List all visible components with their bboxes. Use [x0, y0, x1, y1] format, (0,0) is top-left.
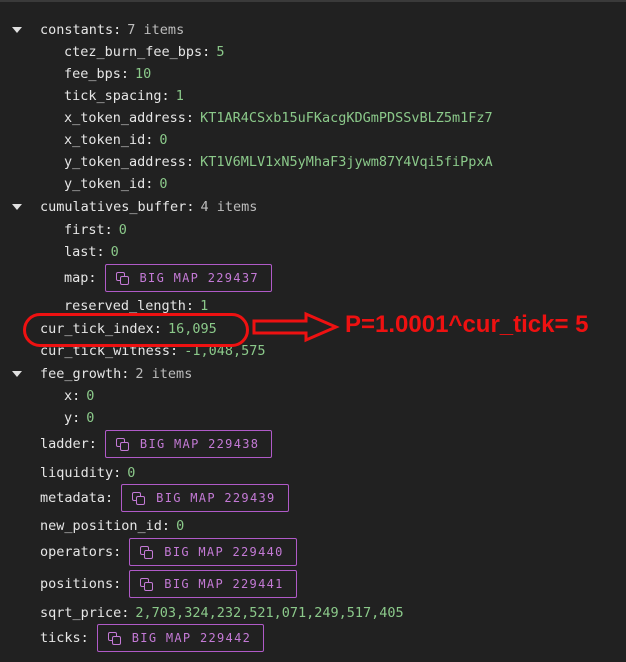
annotation-arrow-icon	[252, 311, 340, 343]
copy-icon	[132, 492, 146, 505]
tree-leaf: sqrt_price: 2,703,324,232,521,071,249,51…	[40, 605, 404, 621]
tree-leaf: x_token_address: KT1AR4CSxb15uFKacgKDGmP…	[0, 107, 493, 129]
leaf-value: 0	[159, 132, 168, 148]
annotation-formula: P=1.0001^cur_tick= 5	[345, 311, 589, 338]
copy-icon	[140, 546, 154, 559]
tree-leaf: operators: BIG MAP 229440	[0, 538, 297, 566]
big-map-button[interactable]: BIG MAP 229438	[104, 430, 273, 458]
tree-leaf: y: 0	[64, 410, 95, 426]
tree-node-fee-growth[interactable]: fee_growth: 2 items	[0, 363, 192, 385]
highlight-oval	[23, 313, 249, 347]
tree-node-cumulatives-buffer[interactable]: cumulatives_buffer: 4 items	[0, 196, 257, 218]
tree-leaf: positions: BIG MAP 229441	[0, 570, 297, 598]
big-map-button[interactable]: BIG MAP 229442	[96, 624, 265, 652]
tree-leaf: first: 0	[64, 222, 127, 238]
leaf-value: 0	[159, 176, 168, 192]
tree-leaf: map: BIG MAP 229437	[0, 264, 272, 292]
tree-leaf: y_token_address: KT1V6MLV1xN5yMhaF3jywm8…	[0, 151, 493, 173]
big-map-button[interactable]: BIG MAP 229441	[129, 570, 297, 598]
top-divider	[0, 0, 626, 2]
tree-leaf: y_token_id: 0	[0, 173, 168, 195]
leaf-value: 1	[175, 88, 184, 104]
leaf-value: 5	[216, 44, 225, 60]
big-map-button[interactable]: BIG MAP 229439	[121, 484, 289, 512]
tree-leaf: metadata: BIG MAP 229439	[0, 484, 289, 512]
copy-icon	[115, 272, 129, 285]
tree-leaf: tick_spacing: 1	[0, 85, 184, 107]
caret-down-icon[interactable]	[12, 27, 22, 33]
tree-leaf: fee_bps: 10	[0, 63, 151, 85]
copy-icon	[107, 632, 121, 645]
leaf-value: 10	[135, 66, 152, 82]
tree-leaf: x_token_id: 0	[0, 129, 168, 151]
caret-down-icon[interactable]	[12, 204, 22, 210]
copy-icon	[115, 438, 129, 451]
item-count: 2 items	[135, 366, 193, 382]
item-count: 4 items	[200, 199, 258, 215]
tree-leaf: ctez_burn_fee_bps: 5	[0, 41, 224, 63]
tree-leaf: x: 0	[64, 388, 95, 404]
big-map-button[interactable]: BIG MAP 229440	[129, 538, 297, 566]
tree-node-constants[interactable]: constants: 7 items	[0, 19, 184, 41]
tree-leaf: ladder: BIG MAP 229438	[0, 430, 273, 458]
address-link[interactable]: KT1AR4CSxb15uFKacgKDGmPDSSvBLZ5m1Fz7	[200, 107, 493, 129]
caret-down-icon[interactable]	[12, 371, 22, 377]
tree-leaf: last: 0	[64, 244, 119, 260]
node-key: constants	[40, 22, 114, 38]
copy-icon	[140, 578, 154, 591]
tree-leaf: ticks: BIG MAP 229442	[0, 624, 265, 652]
tree-leaf: new_position_id: 0	[40, 518, 185, 534]
address-link[interactable]: KT1V6MLV1xN5yMhaF3jywm87Y4Vqi5fiPpxA	[200, 151, 493, 173]
big-map-button[interactable]: BIG MAP 229437	[104, 264, 272, 292]
item-count: 7 items	[127, 22, 185, 38]
tree-leaf: liquidity: 0	[40, 465, 136, 481]
